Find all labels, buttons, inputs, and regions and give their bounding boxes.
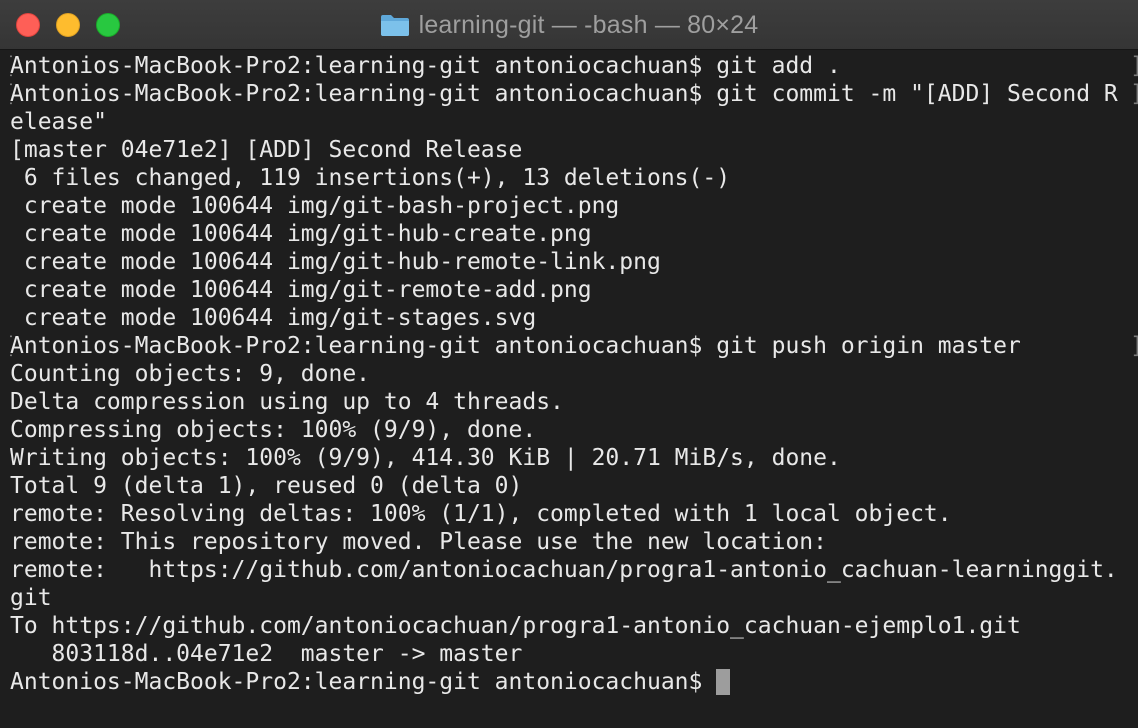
terminal-line: 6 files changed, 119 insertions(+), 13 d… xyxy=(10,164,1138,192)
terminal-output[interactable]: [Antonios-MacBook-Pro2:learning-git anto… xyxy=(0,50,1138,728)
line-marker-right: ] xyxy=(1130,332,1138,360)
line-text: remote: https://github.com/antoniocachua… xyxy=(10,557,1118,583)
title-bar[interactable]: learning-git — -bash — 80×24 xyxy=(0,0,1138,50)
terminal-line: create mode 100644 img/git-hub-create.pn… xyxy=(10,220,1138,248)
line-text: remote: Resolving deltas: 100% (1/1), co… xyxy=(10,501,952,527)
terminal-line: [Antonios-MacBook-Pro2:learning-git anto… xyxy=(10,52,1138,80)
terminal-line: git xyxy=(10,584,1138,612)
line-text: Writing objects: 100% (9/9), 414.30 KiB … xyxy=(10,445,841,471)
line-text: Antonios-MacBook-Pro2:learning-git anton… xyxy=(10,53,841,79)
line-marker-right: ] xyxy=(1130,52,1138,80)
terminal-line: 803118d..04e71e2 master -> master xyxy=(10,640,1138,668)
zoom-button[interactable] xyxy=(96,13,120,37)
line-text: create mode 100644 img/git-stages.svg xyxy=(10,305,537,331)
line-marker-left: [ xyxy=(10,52,16,80)
prompt-text: Antonios-MacBook-Pro2:learning-git anton… xyxy=(10,669,717,695)
line-text: Total 9 (delta 1), reused 0 (delta 0) xyxy=(10,473,523,499)
line-text: create mode 100644 img/git-hub-remote-li… xyxy=(10,249,661,275)
terminal-window: learning-git — -bash — 80×24 [Antonios-M… xyxy=(0,0,1138,728)
terminal-line: Total 9 (delta 1), reused 0 (delta 0) xyxy=(10,472,1138,500)
line-text: Antonios-MacBook-Pro2:learning-git anton… xyxy=(10,81,1118,107)
prompt-line[interactable]: Antonios-MacBook-Pro2:learning-git anton… xyxy=(10,668,1138,696)
terminal-line: Compressing objects: 100% (9/9), done. xyxy=(10,416,1138,444)
terminal-line: Writing objects: 100% (9/9), 414.30 KiB … xyxy=(10,444,1138,472)
line-text: [master 04e71e2] [ADD] Second Release xyxy=(10,137,523,163)
line-text: create mode 100644 img/git-hub-create.pn… xyxy=(10,221,592,247)
terminal-line: create mode 100644 img/git-stages.svg xyxy=(10,304,1138,332)
line-text: git xyxy=(10,585,52,611)
terminal-line: [Antonios-MacBook-Pro2:learning-git anto… xyxy=(10,80,1138,108)
line-text: 6 files changed, 119 insertions(+), 13 d… xyxy=(10,165,731,191)
line-marker-right: ] xyxy=(1130,80,1138,108)
terminal-line: [master 04e71e2] [ADD] Second Release xyxy=(10,136,1138,164)
folder-icon xyxy=(380,15,409,36)
terminal-line: remote: https://github.com/antoniocachua… xyxy=(10,556,1138,584)
line-text: create mode 100644 img/git-remote-add.pn… xyxy=(10,277,592,303)
line-marker-left: [ xyxy=(10,332,16,360)
line-text: Delta compression using up to 4 threads. xyxy=(10,389,564,415)
window-title: learning-git — -bash — 80×24 xyxy=(418,10,759,39)
line-text: Counting objects: 9, done. xyxy=(10,361,371,387)
minimize-button[interactable] xyxy=(56,13,80,37)
text-cursor xyxy=(716,669,731,695)
line-text: remote: This repository moved. Please us… xyxy=(10,529,827,555)
line-text: To https://github.com/antoniocachuan/pro… xyxy=(10,613,1021,639)
terminal-line: create mode 100644 img/git-hub-remote-li… xyxy=(10,248,1138,276)
terminal-line: [Antonios-MacBook-Pro2:learning-git anto… xyxy=(10,332,1138,360)
line-text: create mode 100644 img/git-bash-project.… xyxy=(10,193,620,219)
close-button[interactable] xyxy=(16,13,40,37)
terminal-line: remote: Resolving deltas: 100% (1/1), co… xyxy=(10,500,1138,528)
terminal-line: Counting objects: 9, done. xyxy=(10,360,1138,388)
line-marker-left: [ xyxy=(10,80,16,108)
window-title-group: learning-git — -bash — 80×24 xyxy=(0,0,1138,50)
terminal-line: elease" xyxy=(10,108,1138,136)
terminal-line: Delta compression using up to 4 threads. xyxy=(10,388,1138,416)
line-text: 803118d..04e71e2 master -> master xyxy=(10,641,523,667)
terminal-line: To https://github.com/antoniocachuan/pro… xyxy=(10,612,1138,640)
line-text: Compressing objects: 100% (9/9), done. xyxy=(10,417,537,443)
line-text: elease" xyxy=(10,109,107,135)
terminal-line: remote: This repository moved. Please us… xyxy=(10,528,1138,556)
terminal-line: create mode 100644 img/git-remote-add.pn… xyxy=(10,276,1138,304)
terminal-line: create mode 100644 img/git-bash-project.… xyxy=(10,192,1138,220)
line-text: Antonios-MacBook-Pro2:learning-git anton… xyxy=(10,333,1021,359)
